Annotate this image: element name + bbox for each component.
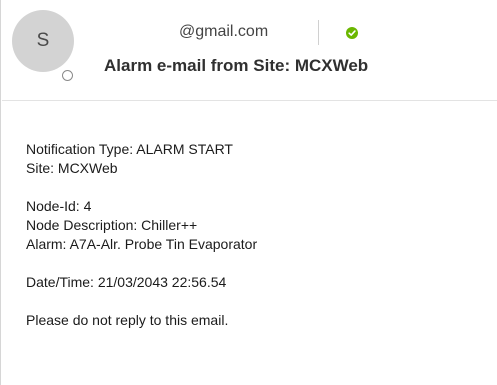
email-reading-pane: S @gmail.com Alarm e-mail from Site: MCX… — [0, 0, 497, 385]
email-body: Notification Type: ALARM START Site: MCX… — [26, 140, 486, 330]
sender-email[interactable]: @gmail.com — [179, 23, 268, 41]
email-header: S @gmail.com Alarm e-mail from Site: MCX… — [2, 0, 497, 101]
site-line: Site: MCXWeb — [26, 160, 118, 176]
presence-status-icon — [59, 67, 76, 84]
alarm-line: Alarm: A7A-Alr. Probe Tin Evaporator — [26, 236, 258, 252]
avatar-initial: S — [36, 30, 50, 51]
notification-type-line: Notification Type: ALARM START — [26, 141, 233, 157]
sender-avatar[interactable]: S — [12, 10, 74, 72]
email-subject: Alarm e-mail from Site: MCXWeb — [104, 56, 369, 75]
footer-line: Please do not reply to this email. — [26, 312, 229, 328]
node-description-line: Node Description: Chiller++ — [26, 217, 198, 233]
sender-divider — [318, 20, 319, 45]
sender-row: @gmail.com — [102, 20, 497, 46]
node-id-line: Node-Id: 4 — [26, 198, 92, 214]
datetime-line: Date/Time: 21/03/2043 22:56.54 — [26, 274, 227, 290]
check-circle-icon — [346, 27, 358, 39]
